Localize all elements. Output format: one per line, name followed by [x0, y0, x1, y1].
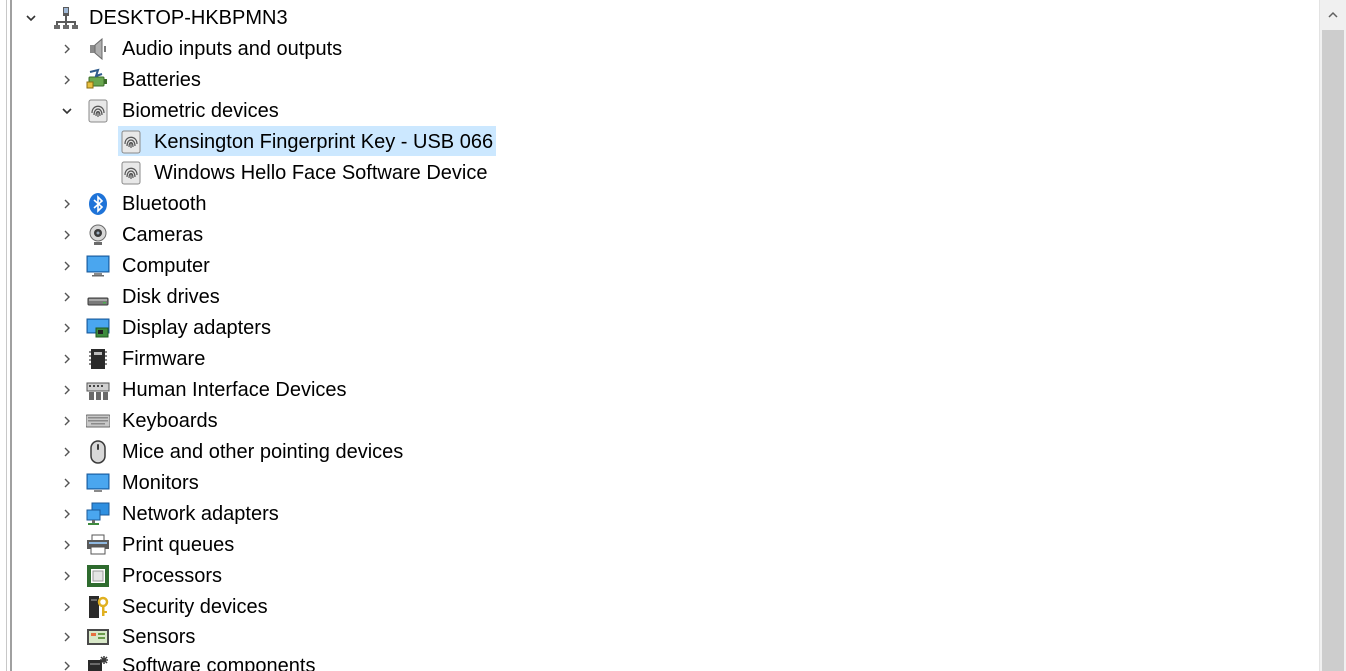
tree-item-security[interactable]: Security devices — [12, 593, 612, 621]
chevron-right-icon[interactable] — [60, 445, 74, 459]
chevron-right-icon[interactable] — [60, 352, 74, 366]
tree-item-network[interactable]: Network adapters — [12, 500, 612, 528]
computer-network-icon — [54, 6, 78, 30]
window-left-border — [0, 0, 12, 671]
fingerprint-icon — [119, 161, 143, 185]
tree-item-mice[interactable]: Mice and other pointing devices — [12, 438, 612, 466]
tree-item-label: Mice and other pointing devices — [122, 441, 404, 463]
tree-item-batteries[interactable]: Batteries — [12, 66, 612, 94]
scroll-up-button[interactable] — [1320, 4, 1346, 26]
processor-icon — [86, 564, 110, 588]
tree-item-monitors[interactable]: Monitors — [12, 469, 612, 497]
monitor-icon — [86, 471, 110, 495]
disk-drive-icon — [86, 285, 110, 309]
mouse-icon — [86, 440, 110, 464]
chevron-right-icon[interactable] — [60, 600, 74, 614]
tree-item-label: Disk drives — [122, 286, 220, 308]
chevron-right-icon[interactable] — [60, 197, 74, 211]
chevron-right-icon[interactable] — [60, 507, 74, 521]
tree-item-computer[interactable]: Computer — [12, 252, 612, 280]
device-label: Kensington Fingerprint Key - USB 066 — [154, 131, 494, 153]
display-adapter-icon — [86, 316, 110, 340]
tree-item-processors[interactable]: Processors — [12, 562, 612, 590]
tree-item-hid[interactable]: Human Interface Devices — [12, 376, 612, 404]
chip-icon — [86, 347, 110, 371]
tree-item-bluetooth[interactable]: Bluetooth — [12, 190, 612, 218]
fingerprint-icon — [86, 99, 110, 123]
tree-item-label: Sensors — [122, 626, 196, 648]
tree-child-device[interactable]: Windows Hello Face Software Device — [12, 159, 612, 187]
device-label: Windows Hello Face Software Device — [154, 162, 488, 184]
chevron-right-icon[interactable] — [60, 73, 74, 87]
tree-item-label: Software components — [122, 655, 316, 671]
tree-item-firmware[interactable]: Firmware — [12, 345, 612, 373]
scrollbar-thumb[interactable] — [1322, 30, 1344, 671]
tree-item-label: Cameras — [122, 224, 204, 246]
chevron-right-icon[interactable] — [60, 569, 74, 583]
software-component-icon — [86, 654, 110, 671]
tree-root[interactable]: DESKTOP-HKBPMN3 — [12, 4, 612, 32]
tree-item-label: Security devices — [122, 596, 268, 618]
tree-item-label: Biometric devices — [122, 100, 279, 122]
hid-icon — [86, 378, 110, 402]
tree-item-disk[interactable]: Disk drives — [12, 283, 612, 311]
tree-item-label: Audio inputs and outputs — [122, 38, 343, 60]
chevron-down-icon[interactable] — [60, 104, 74, 118]
chevron-right-icon[interactable] — [60, 659, 74, 671]
tree-item-software[interactable]: Software components — [12, 652, 612, 671]
keyboard-icon — [86, 409, 110, 433]
device-tree[interactable]: DESKTOP-HKBPMN3 Audio inputs and outputs — [12, 0, 1320, 671]
battery-icon — [86, 68, 110, 92]
tree-item-label: Firmware — [122, 348, 206, 370]
speaker-icon — [86, 37, 110, 61]
bluetooth-icon — [86, 192, 110, 216]
tree-item-label: Network adapters — [122, 503, 279, 525]
tree-item-display[interactable]: Display adapters — [12, 314, 612, 342]
webcam-icon — [86, 223, 110, 247]
tree-item-label: Print queues — [122, 534, 235, 556]
chevron-right-icon[interactable] — [60, 476, 74, 490]
tree-item-print[interactable]: Print queues — [12, 531, 612, 559]
chevron-right-icon[interactable] — [60, 538, 74, 552]
network-adapter-icon — [86, 502, 110, 526]
tree-item-sensors[interactable]: Sensors — [12, 623, 612, 651]
tree-item-label: Keyboards — [122, 410, 218, 432]
tree-item-label: Display adapters — [122, 317, 271, 339]
fingerprint-icon — [119, 130, 143, 154]
tree-item-label: Processors — [122, 565, 223, 587]
chevron-right-icon[interactable] — [60, 228, 74, 242]
monitor-icon — [86, 254, 110, 278]
tree-item-biometric[interactable]: Biometric devices — [12, 97, 612, 125]
chevron-right-icon[interactable] — [60, 42, 74, 56]
tree-item-cameras[interactable]: Cameras — [12, 221, 612, 249]
vertical-scrollbar[interactable] — [1319, 0, 1346, 671]
chevron-up-icon — [1328, 11, 1338, 18]
security-key-icon — [86, 595, 110, 619]
chevron-down-icon[interactable] — [24, 11, 38, 25]
root-label: DESKTOP-HKBPMN3 — [89, 7, 288, 29]
chevron-right-icon[interactable] — [60, 321, 74, 335]
tree-item-label: Batteries — [122, 69, 201, 91]
chevron-right-icon[interactable] — [60, 630, 74, 644]
chevron-right-icon[interactable] — [60, 383, 74, 397]
sensor-icon — [86, 625, 110, 649]
printer-icon — [86, 533, 110, 557]
tree-item-label: Human Interface Devices — [122, 379, 347, 401]
chevron-right-icon[interactable] — [60, 290, 74, 304]
chevron-right-icon[interactable] — [60, 414, 74, 428]
tree-item-label: Computer — [122, 255, 210, 277]
tree-item-label: Monitors — [122, 472, 199, 494]
tree-item-keyboards[interactable]: Keyboards — [12, 407, 612, 435]
chevron-right-icon[interactable] — [60, 259, 74, 273]
tree-child-device[interactable]: Kensington Fingerprint Key - USB 066 — [12, 128, 612, 156]
tree-item-label: Bluetooth — [122, 193, 207, 215]
tree-item-audio[interactable]: Audio inputs and outputs — [12, 35, 612, 63]
